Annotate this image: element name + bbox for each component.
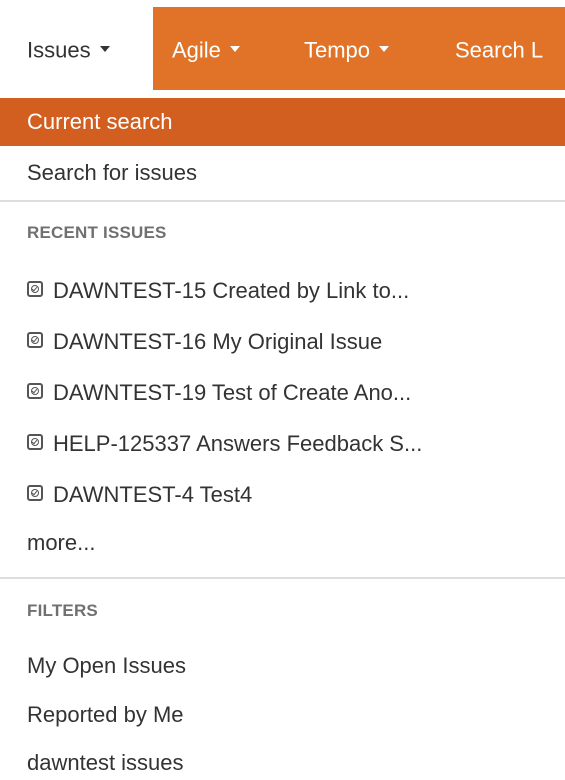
more-recent-issues-link[interactable]: more... (0, 523, 565, 563)
issue-type-icon (27, 332, 43, 349)
nav-issues-dropdown[interactable]: Issues (27, 7, 110, 90)
filter-item-my-open-issues[interactable]: My Open Issues (0, 646, 565, 686)
recent-issue-label: DAWNTEST-15 Created by Link to... (53, 278, 410, 304)
recent-issues-heading: RECENT ISSUES (27, 223, 167, 242)
nav-agile-dropdown[interactable]: Agile (172, 7, 240, 90)
recent-issue-item[interactable]: DAWNTEST-15 Created by Link to... (0, 270, 565, 310)
recent-issue-item[interactable]: HELP-125337 Answers Feedback S... (0, 423, 565, 463)
issue-type-icon (27, 485, 43, 502)
recent-issue-item[interactable]: DAWNTEST-16 My Original Issue (0, 321, 565, 361)
filters-heading: FILTERS (27, 601, 98, 620)
filter-item-dawntest-issues[interactable]: dawntest issues (0, 743, 565, 780)
section-divider (0, 200, 565, 202)
more-label: more... (27, 530, 96, 555)
chevron-down-icon (379, 46, 390, 53)
nav-search-link[interactable]: Search L (455, 7, 543, 90)
menu-item-label: Search for issues (27, 160, 197, 185)
menu-item-current-search[interactable]: Current search (0, 98, 565, 146)
issue-type-icon (27, 281, 43, 298)
nav-search-label: Search L (455, 37, 544, 63)
nav-tempo-label: Tempo (304, 37, 371, 63)
filter-label: dawntest issues (27, 750, 184, 775)
recent-issue-label: HELP-125337 Answers Feedback S... (53, 431, 423, 457)
filter-item-reported-by-me[interactable]: Reported by Me (0, 695, 565, 735)
nav-tempo-dropdown[interactable]: Tempo (304, 7, 390, 90)
nav-issues-label: Issues (27, 37, 91, 63)
filter-label: Reported by Me (27, 702, 184, 727)
jira-issues-menu-screen: Issues Agile Tempo Search L Current sear… (0, 0, 565, 780)
menu-item-search-for-issues[interactable]: Search for issues (0, 153, 565, 193)
section-divider (0, 577, 565, 579)
issue-type-icon (27, 434, 43, 451)
chevron-down-icon (99, 46, 110, 53)
recent-issue-label: DAWNTEST-4 Test4 (53, 482, 253, 508)
nav-agile-label: Agile (172, 37, 221, 63)
issues-dropdown-menu: Current search Search for issues RECENT … (0, 90, 565, 780)
issue-type-icon (27, 383, 43, 400)
recent-issue-label: DAWNTEST-19 Test of Create Ano... (53, 380, 412, 406)
chevron-down-icon (229, 46, 240, 53)
top-nav-bar: Issues Agile Tempo Search L (0, 7, 565, 90)
filter-label: My Open Issues (27, 653, 186, 678)
recent-issue-item[interactable]: DAWNTEST-19 Test of Create Ano... (0, 372, 565, 412)
recent-issue-label: DAWNTEST-16 My Original Issue (53, 329, 383, 355)
recent-issue-item[interactable]: DAWNTEST-4 Test4 (0, 474, 565, 514)
menu-item-label: Current search (27, 109, 173, 134)
